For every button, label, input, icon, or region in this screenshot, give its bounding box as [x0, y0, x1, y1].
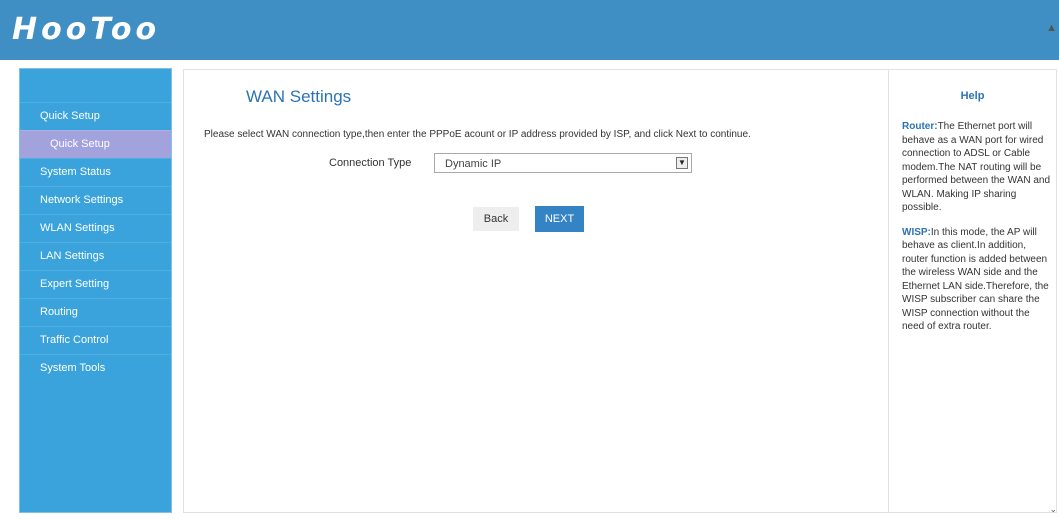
connection-type-label: Connection Type — [329, 157, 412, 169]
help-body: Router:The Ethernet port will behave as … — [902, 120, 1052, 345]
help-wisp-paragraph: WISP:In this mode, the AP will behave as… — [902, 226, 1052, 334]
sidebar-subitem-quick-setup[interactable]: Quick Setup — [20, 130, 171, 158]
help-wisp-term: WISP: — [902, 226, 931, 238]
connection-type-value: Dynamic IP — [445, 158, 502, 170]
sidebar-item-routing[interactable]: Routing — [20, 298, 171, 326]
instruction-text: Please select WAN connection type,then e… — [204, 129, 751, 140]
sidebar-item-network-settings[interactable]: Network Settings — [20, 186, 171, 214]
help-router-paragraph: Router:The Ethernet port will behave as … — [902, 120, 1052, 215]
sidebar-item-system-tools[interactable]: System Tools — [20, 354, 171, 382]
chevron-down-icon[interactable]: ▼ — [676, 157, 688, 169]
help-router-term: Router: — [902, 121, 938, 132]
sidebar-item-lan-settings[interactable]: LAN Settings — [20, 242, 171, 270]
back-button[interactable]: Back — [473, 207, 519, 231]
page-title: WAN Settings — [246, 87, 352, 106]
header-bar: HooToo — [0, 0, 1059, 60]
scroll-up-arrow-icon[interactable]: ▲ — [1046, 22, 1057, 34]
sidebar-item-wlan-settings[interactable]: WLAN Settings — [20, 214, 171, 242]
connection-type-select[interactable]: Dynamic IP ▼ — [434, 153, 692, 173]
help-router-text: The Ethernet port will behave as a WAN p… — [902, 121, 1051, 213]
sidebar-item-expert-setting[interactable]: Expert Setting — [20, 270, 171, 298]
help-wisp-text: In this mode, the AP will behave as clie… — [902, 226, 1049, 333]
sidebar-item-traffic-control[interactable]: Traffic Control — [20, 326, 171, 354]
sidebar-item-quick-setup[interactable]: Quick Setup — [20, 102, 171, 130]
sidebar-item-system-status[interactable]: System Status — [20, 158, 171, 186]
sidebar: Quick Setup Quick Setup System Status Ne… — [19, 68, 172, 513]
sidebar-nav: Quick Setup Quick Setup System Status Ne… — [20, 102, 171, 382]
next-button[interactable]: NEXT — [535, 206, 584, 232]
help-title: Help — [960, 90, 985, 102]
help-panel: Help Router:The Ethernet port will behav… — [888, 69, 1057, 513]
scroll-down-arrow-icon[interactable]: ⌄ — [1049, 504, 1057, 515]
main-panel: WAN Settings Please select WAN connectio… — [183, 69, 890, 513]
hootoo-logo[interactable]: HooToo — [12, 12, 160, 47]
